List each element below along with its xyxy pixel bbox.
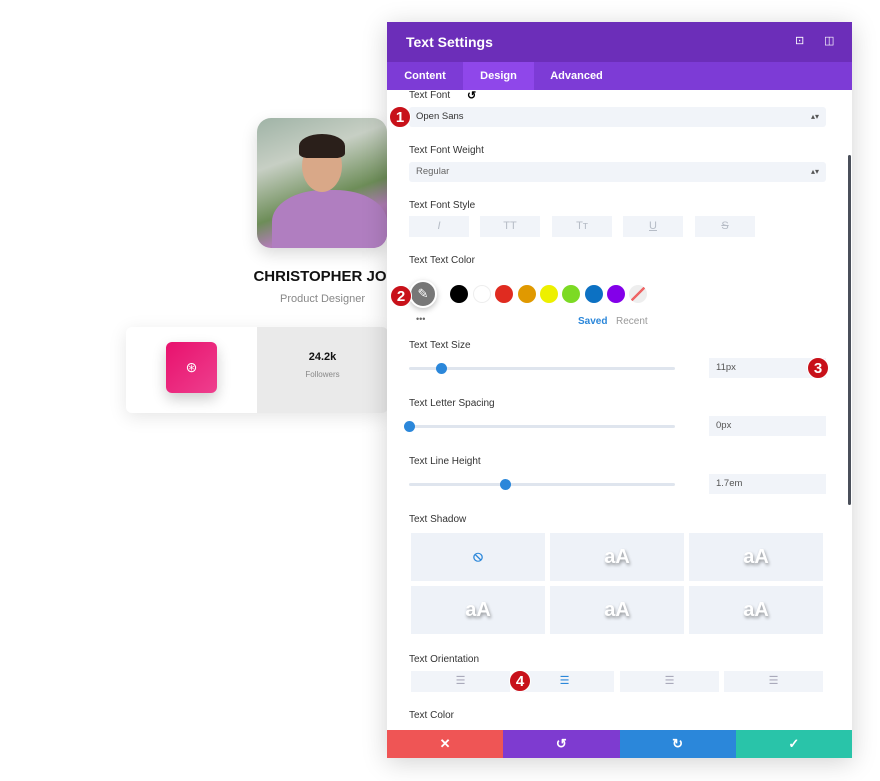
focus-icon[interactable]: ⊡ <box>795 34 804 47</box>
followers-count: 24.2k <box>308 351 337 363</box>
shadow-preset[interactable]: aA <box>689 533 823 581</box>
tab-bar: Content Design Advanced <box>387 62 852 90</box>
font-weight-value: Regular <box>416 166 450 177</box>
marker-2: 2 <box>390 285 412 307</box>
save-button[interactable]: ✓ <box>735 730 852 758</box>
uppercase-button[interactable]: TT <box>480 216 540 237</box>
select-arrows-icon: ▴▾ <box>810 112 819 121</box>
scrollbar[interactable] <box>848 155 851 505</box>
panel-title: Text Settings <box>406 34 493 50</box>
marker-3: 3 <box>807 357 829 379</box>
followers-label: Followers <box>305 370 340 379</box>
shadow-preset[interactable]: aA <box>411 586 545 634</box>
text-settings-panel: Text Settings ⊡ ◫ Content Design Advance… <box>387 22 852 758</box>
color-swatch[interactable] <box>607 285 625 303</box>
slider-handle[interactable] <box>435 363 447 374</box>
font-weight-label: Text Font Weight <box>409 145 484 156</box>
line-height-input[interactable]: 1.7em <box>709 474 826 494</box>
redo-button[interactable]: ↻ <box>619 730 736 758</box>
shadow-preset[interactable]: aA <box>550 533 684 581</box>
text-size-label: Text Text Size <box>409 340 471 351</box>
reset-icon[interactable]: ↺ <box>467 89 476 102</box>
text-size-slider[interactable] <box>409 363 675 374</box>
color-swatch[interactable] <box>540 285 558 303</box>
tab-design[interactable]: Design <box>463 62 534 90</box>
panel-header: Text Settings ⊡ ◫ <box>387 22 852 62</box>
letter-spacing-slider[interactable] <box>404 421 675 432</box>
capitalize-button[interactable]: Tт <box>552 216 612 237</box>
align-left-icon[interactable]: ☰ <box>411 671 510 692</box>
sidebar-toggle-icon[interactable]: ◫ <box>824 34 834 47</box>
italic-button[interactable]: I <box>409 216 469 237</box>
strikethrough-button[interactable]: S <box>695 216 755 237</box>
shadow-preset[interactable]: aA <box>550 586 684 634</box>
recent-colors-tab[interactable]: Recent <box>616 316 648 327</box>
text-color-label: Text Text Color <box>409 255 475 266</box>
social-card: ⊛ 24.2k Followers <box>126 327 388 413</box>
color-swatch[interactable] <box>450 285 468 303</box>
shadow-preset[interactable]: aA <box>689 586 823 634</box>
text-font-select[interactable]: Open Sans ▴▾ <box>409 107 826 127</box>
color-swatch[interactable] <box>495 285 513 303</box>
marker-1: 1 <box>389 106 411 128</box>
eyedropper-icon[interactable]: ✎ <box>409 280 437 308</box>
font-style-label: Text Font Style <box>409 200 476 211</box>
saved-colors-tab[interactable]: Saved <box>578 316 607 327</box>
more-icon[interactable]: ••• <box>416 314 425 324</box>
dribbble-icon[interactable]: ⊛ <box>166 342 217 393</box>
text-shadow-label: Text Shadow <box>409 514 467 525</box>
profile-photo <box>257 118 387 248</box>
color-swatch[interactable] <box>562 285 580 303</box>
tab-advanced[interactable]: Advanced <box>534 62 619 90</box>
color-swatch[interactable] <box>473 285 491 303</box>
font-weight-select[interactable]: Regular ▴▾ <box>409 162 826 182</box>
line-height-slider[interactable] <box>409 479 675 490</box>
slider-handle[interactable] <box>404 421 415 432</box>
no-color-swatch[interactable] <box>629 285 647 303</box>
tab-content[interactable]: Content <box>387 62 463 90</box>
marker-4: 4 <box>509 670 531 692</box>
undo-button[interactable]: ↺ <box>503 730 620 758</box>
profile-role: Product Designer <box>280 293 365 305</box>
cancel-button[interactable]: ✕ <box>387 730 504 758</box>
no-shadow-icon[interactable]: ⦸ <box>411 533 545 581</box>
color-swatch[interactable] <box>518 285 536 303</box>
orientation-label: Text Orientation <box>409 654 480 665</box>
letter-spacing-input[interactable]: 0px <box>709 416 826 436</box>
select-arrows-icon: ▴▾ <box>810 167 819 176</box>
underline-button[interactable]: U <box>623 216 683 237</box>
align-right-icon[interactable]: ☰ <box>620 671 719 692</box>
text-font-label: Text Font <box>409 90 451 101</box>
slider-handle[interactable] <box>499 479 511 490</box>
letter-spacing-label: Text Letter Spacing <box>409 398 495 409</box>
text-font-value: Open Sans <box>416 111 464 122</box>
align-justify-icon[interactable]: ☰ <box>724 671 823 692</box>
text-color-section-label: Text Color <box>409 710 455 721</box>
color-swatch[interactable] <box>585 285 603 303</box>
profile-name: CHRISTOPHER JOE <box>253 268 397 285</box>
line-height-label: Text Line Height <box>409 456 481 467</box>
